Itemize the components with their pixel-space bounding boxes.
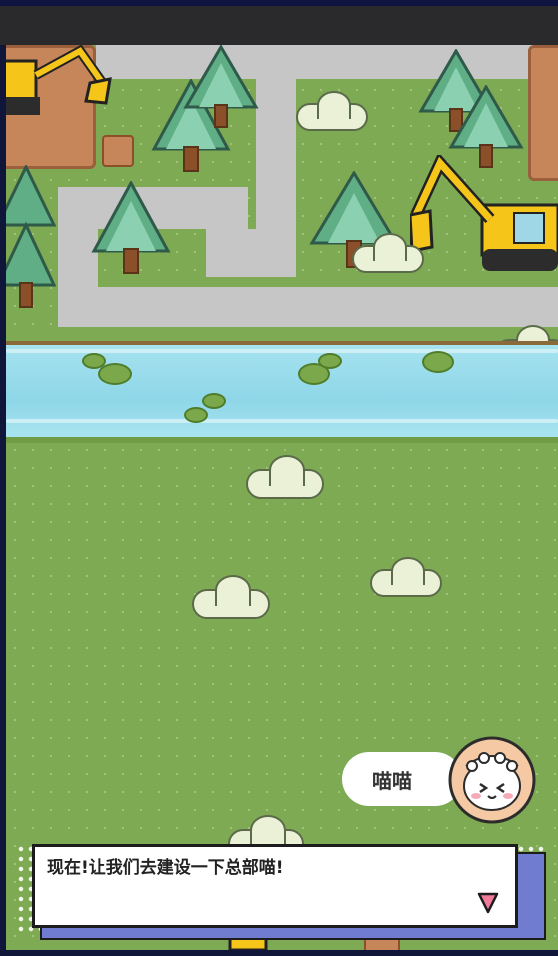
excavator[interactable] (410, 155, 558, 275)
speaker-name: 喵喵 (372, 768, 412, 793)
lily-pad (318, 353, 342, 369)
lily-pad (98, 363, 132, 385)
sandbag (102, 135, 134, 167)
top-status-bar (0, 0, 558, 45)
road-inner-connector (206, 229, 296, 277)
cloud (370, 556, 442, 597)
tree (6, 165, 56, 308)
cloud (246, 455, 324, 499)
dialogue-panel[interactable]: 现在!让我们去建设一下总部喵! (16, 844, 546, 940)
speaker-name-tag: 喵喵 (342, 752, 462, 806)
tree (91, 181, 171, 274)
cloud (296, 90, 368, 131)
lily-pad (184, 407, 208, 423)
road-bottom (58, 287, 558, 327)
lily-pad (422, 351, 454, 373)
lily-pad (202, 393, 226, 409)
triangle-down-icon[interactable] (477, 891, 499, 915)
water-ripple (6, 419, 558, 423)
cloud (352, 232, 424, 273)
dialogue-text: 现在!让我们去建设一下总部喵! (47, 858, 284, 878)
excavator[interactable] (6, 45, 112, 121)
river (6, 341, 558, 443)
cat-avatar-icon (448, 736, 536, 824)
dialogue-box[interactable]: 现在!让我们去建设一下总部喵! (32, 844, 518, 928)
bottom-edge-bar (0, 950, 558, 956)
tree (183, 45, 259, 128)
cloud (192, 575, 270, 619)
water-ripple (6, 349, 558, 353)
